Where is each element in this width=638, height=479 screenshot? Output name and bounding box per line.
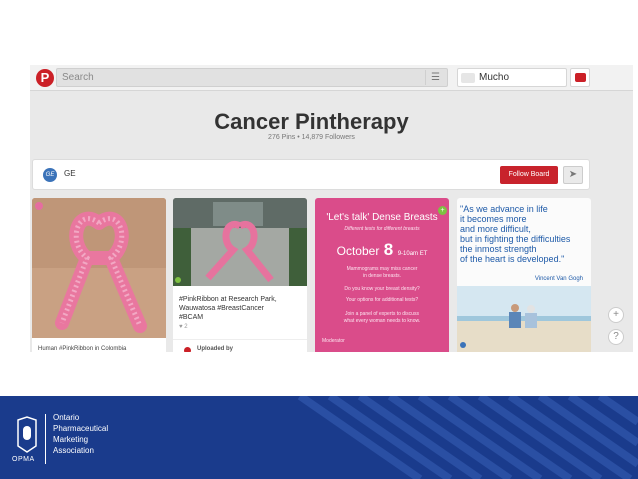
divider — [45, 414, 46, 464]
quote-line: and more difficult, — [460, 224, 531, 234]
plus-icon: + — [438, 206, 447, 215]
org-name-line: Association — [53, 446, 94, 455]
ge-logo-icon[interactable]: GE — [43, 168, 57, 182]
event-day: 8 — [383, 240, 394, 259]
pin-card[interactable]: #PinkRibbon at Research Park, Wauwatosa … — [173, 198, 307, 352]
footer-banner: OPMA Ontario Pharmaceutical Marketing As… — [0, 396, 638, 479]
pin-card[interactable]: 'Let's talk' Dense Breasts + Different t… — [315, 198, 449, 352]
username: Mucho — [479, 72, 510, 83]
pin-caption-line: Wauwatosa #BreastCancer — [179, 305, 264, 312]
pin-text-line: Mammograms may miss cancer — [346, 266, 418, 272]
pin-text-line: what every woman needs to know. — [343, 318, 421, 324]
pin-text-line: Do you know your breast density? — [344, 286, 420, 292]
pin-likes: ♥ 2 — [179, 324, 188, 330]
board-title: Cancer Pintherapy — [214, 109, 409, 134]
pinterest-logo-icon[interactable]: P — [36, 69, 54, 87]
pin-text-line: Your options for additional tests? — [345, 297, 419, 303]
opma-logo-icon — [17, 416, 37, 453]
org-name-line: Ontario — [53, 413, 80, 422]
pin-text-line: Join a panel of experts to discuss — [345, 311, 419, 317]
uploaded-by-label: Uploaded by — [197, 346, 234, 352]
opma-abbr: OPMA — [12, 456, 35, 463]
pin-text: Join a panel of experts to discuss what … — [315, 311, 449, 325]
pin-card[interactable]: Human #PinkRibbon in Colombia — [32, 198, 166, 352]
moderator-label: Moderator — [322, 338, 345, 344]
pin-card[interactable]: "As we advance in life it becomes more a… — [457, 198, 591, 352]
board-owner-name[interactable]: GE — [64, 169, 76, 178]
org-name-line: Marketing — [53, 435, 89, 444]
pin-caption-line: #BCAM — [179, 314, 204, 321]
quote-line: the inmost strength — [460, 244, 537, 254]
org-name-line: Pharmaceutical — [53, 424, 109, 433]
pin-text: Mammograms may miss cancer in dense brea… — [315, 266, 449, 280]
pin-heading: 'Let's talk' Dense Breasts — [326, 212, 438, 223]
notification-button[interactable] — [570, 68, 590, 87]
plus-icon[interactable]: + — [608, 307, 624, 323]
pin-caption: Human #PinkRibbon in Colombia — [38, 346, 127, 352]
event-month: October — [336, 244, 380, 258]
pin-caption: #PinkRibbon at Research Park, Wauwatosa … — [179, 295, 301, 322]
event-date: October 8 9-10am ET — [315, 240, 449, 260]
quote-line: it becomes more — [460, 214, 527, 224]
top-bar: P Search ☰ Mucho — [30, 65, 633, 91]
quote-text: "As we advance in life it becomes more a… — [460, 204, 590, 264]
quote-line: "As we advance in life — [460, 204, 548, 214]
event-time: 9-10am ET — [397, 251, 428, 257]
user-button[interactable]: Mucho — [457, 68, 567, 87]
notification-icon — [575, 73, 586, 82]
board-stats: 276 Pins • 14,879 Followers — [268, 134, 355, 141]
send-icon[interactable]: ➤ — [563, 166, 583, 184]
board-owner-bar: GE GE Follow Board ➤ — [32, 159, 590, 190]
research-park-photo — [173, 198, 307, 286]
search-placeholder: Search — [62, 72, 94, 83]
quote-line: but in fighting the difficulties — [460, 234, 571, 244]
follow-board-button[interactable]: Follow Board — [500, 166, 558, 184]
pin-uploader: Uploaded by — [173, 339, 307, 352]
beach-couple-photo — [457, 286, 591, 352]
slide: P Search ☰ Mucho Cancer Pintherapy 276 P… — [0, 0, 638, 479]
search-input[interactable]: Search ☰ — [56, 68, 448, 87]
pink-ribbon-photo — [32, 198, 166, 338]
pin-subheading: Different tests for different breasts — [344, 226, 420, 232]
menu-icon[interactable]: ☰ — [425, 70, 445, 85]
pinterest-screenshot: P Search ☰ Mucho Cancer Pintherapy 276 P… — [30, 65, 633, 352]
pin-text-line: in dense breasts. — [362, 273, 402, 279]
avatar — [461, 73, 475, 83]
help-icon[interactable]: ? — [608, 329, 624, 345]
footer-pattern — [0, 396, 638, 479]
quote-author: Vincent Van Gogh — [534, 276, 583, 282]
pin-caption-line: #PinkRibbon at Research Park, — [179, 296, 277, 303]
quote-line: of the heart is developed." — [460, 254, 565, 264]
uploader-avatar — [184, 347, 191, 352]
